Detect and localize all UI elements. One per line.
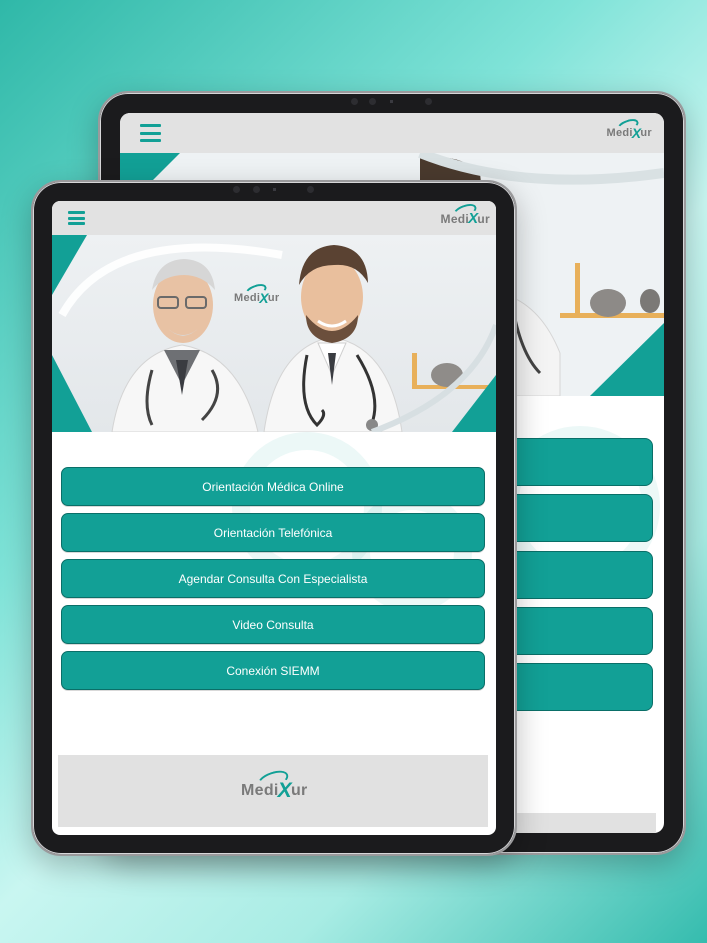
tablet-front-device: Medi Xur Medi X ur Orientación Médica On… (31, 180, 517, 856)
hero-logo: Medi Xur (234, 281, 280, 306)
app-header: Medi Xur (120, 113, 664, 153)
orientacion-medica-online-button[interactable]: Orientación Médica Online (61, 467, 485, 506)
video-consulta-button[interactable]: Video Consulta (61, 605, 485, 644)
button-label: Orientación Telefónica (213, 525, 333, 540)
footer-logo: Medi Xur (241, 767, 308, 803)
app-footer (510, 813, 656, 833)
menu-button-back-1[interactable] (500, 438, 653, 486)
agendar-consulta-button[interactable]: Agendar Consulta Con Especialista (61, 559, 485, 598)
camera-icon (233, 186, 240, 193)
menu-button-back-4[interactable] (500, 607, 653, 655)
hero-banner: Medi Xur (52, 235, 496, 432)
hamburger-menu-icon[interactable] (140, 124, 161, 142)
sensor-icon (273, 188, 276, 191)
menu-button-back-3[interactable] (500, 551, 653, 599)
camera-icon (351, 98, 358, 105)
menu-button-back-2[interactable] (500, 494, 653, 542)
conexion-siemm-button[interactable]: Conexión SIEMM (61, 651, 485, 690)
hamburger-menu-icon[interactable] (68, 211, 85, 225)
camera-icon (307, 186, 314, 193)
button-label: Video Consulta (232, 617, 314, 632)
button-label: Agendar Consulta Con Especialista (178, 571, 368, 586)
header-logo: Medi Xur (441, 201, 490, 227)
camera-icon (425, 98, 432, 105)
camera-icon (253, 186, 260, 193)
header-logo: Medi Xur (606, 116, 652, 141)
sensor-icon (390, 100, 393, 103)
camera-icon (369, 98, 376, 105)
menu-list: Orientación Médica Online Orientación Te… (52, 432, 496, 754)
app-footer: Medi Xur (58, 755, 488, 827)
button-label: Orientación Médica Online (202, 479, 344, 494)
front-tablet-screen: Medi Xur Medi X ur Orientación Médica On… (52, 201, 496, 835)
app-header: Medi Xur (52, 201, 496, 235)
menu-button-back-5[interactable] (500, 663, 653, 711)
doctors-photo (52, 235, 496, 432)
button-label: Conexión SIEMM (226, 663, 320, 678)
orientacion-telefonica-button[interactable]: Orientación Telefónica (61, 513, 485, 552)
